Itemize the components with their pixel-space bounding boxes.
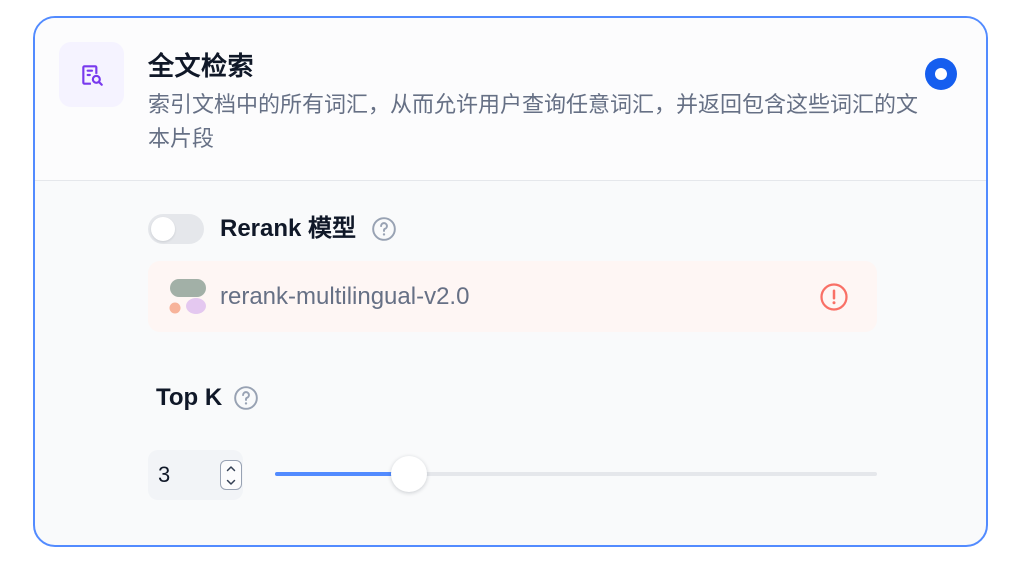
rerank-model-name: rerank-multilingual-v2.0 <box>220 283 470 310</box>
top-k-slider[interactable] <box>275 456 877 492</box>
top-k-label: Top K <box>156 384 223 411</box>
toggle-knob <box>151 217 175 241</box>
radio-dot <box>935 68 947 80</box>
top-k-stepper[interactable] <box>220 460 242 490</box>
rerank-help-icon[interactable] <box>371 216 397 242</box>
chevron-up-icon <box>226 465 236 471</box>
retrieval-option-description: 索引文档中的所有词汇，从而允许用户查询任意词汇，并返回包含这些词汇的文本片段 <box>148 92 919 151</box>
full-text-search-icon <box>81 64 103 86</box>
top-k-number-input[interactable]: 3 <box>148 450 243 500</box>
retrieval-option-title: 全文检索 <box>148 51 255 81</box>
stepper-up-button[interactable] <box>221 461 241 475</box>
rerank-model-selector[interactable]: rerank-multilingual-v2.0 <box>148 261 877 332</box>
full-text-search-icon-container <box>59 42 124 107</box>
retrieval-method-card[interactable]: 全文检索 索引文档中的所有词汇，从而允许用户查询任意词汇，并返回包含这些词汇的文… <box>33 16 988 547</box>
cohere-logo-icon <box>169 279 206 314</box>
chevron-down-icon <box>226 479 236 485</box>
slider-fill <box>275 472 409 476</box>
warning-icon[interactable] <box>819 282 849 312</box>
header-divider <box>35 180 986 181</box>
rerank-toggle[interactable] <box>148 214 204 244</box>
top-k-help-icon[interactable] <box>233 385 259 411</box>
top-k-value[interactable]: 3 <box>158 450 170 500</box>
stepper-down-button[interactable] <box>221 475 241 489</box>
slider-thumb[interactable] <box>390 456 427 492</box>
card-header[interactable]: 全文检索 索引文档中的所有词汇，从而允许用户查询任意词汇，并返回包含这些词汇的文… <box>35 18 986 180</box>
selected-radio-button[interactable] <box>925 58 957 90</box>
rerank-label: Rerank 模型 <box>220 215 357 242</box>
